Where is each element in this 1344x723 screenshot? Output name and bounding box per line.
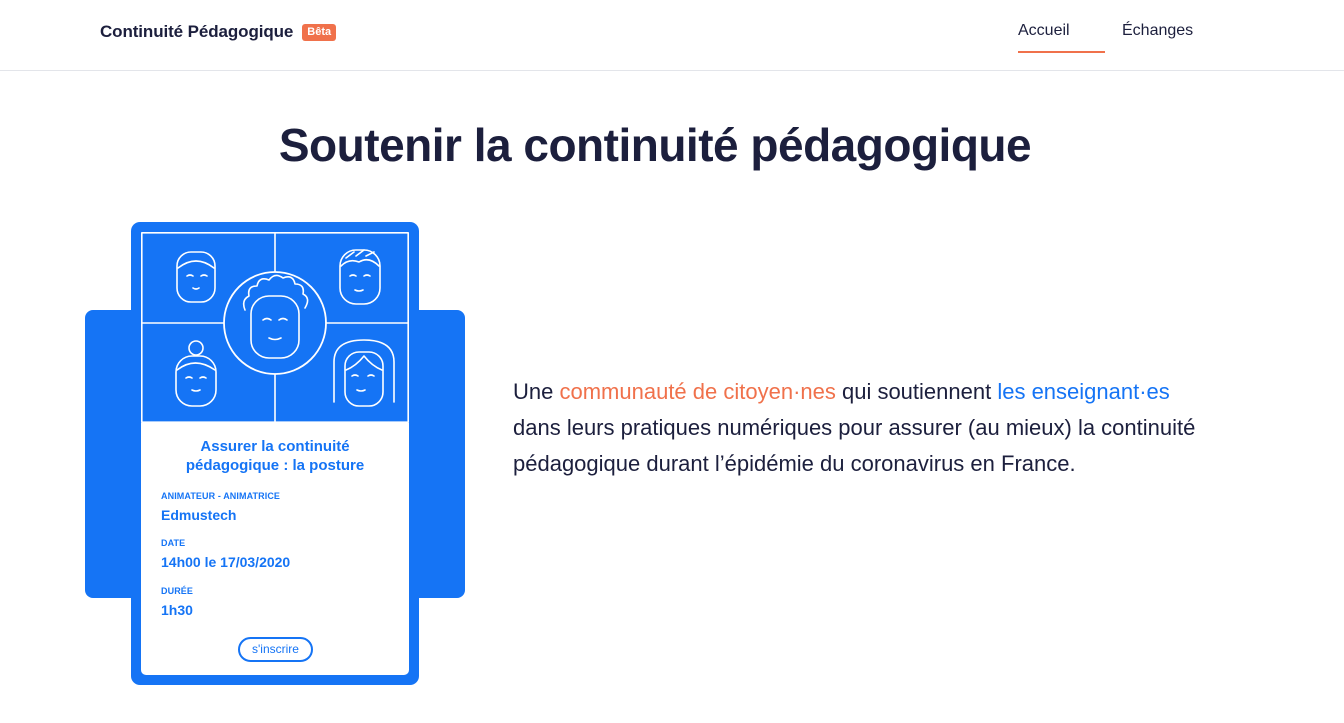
intro-highlight-teachers: les enseignant·es	[997, 379, 1170, 404]
intro-text-1: Une	[513, 379, 560, 404]
event-title-line1: Assurer la continuité	[200, 438, 350, 455]
host-label: ANIMATEUR - ANIMATRICE	[161, 491, 281, 501]
nav-item-accueil[interactable]: Accueil	[1018, 22, 1070, 40]
people-illustration	[141, 232, 409, 423]
brand[interactable]: Continuité Pédagogique Bêta	[100, 22, 337, 42]
person-face-icon	[175, 340, 217, 407]
host-value: Edmustech	[161, 507, 237, 523]
event-title: Assurer la continuité pédagogique : la p…	[141, 437, 409, 475]
person-face-icon	[176, 251, 216, 303]
event-title-line2: pédagogique : la posture	[185, 457, 365, 474]
signup-button[interactable]: s'inscrire	[238, 637, 313, 662]
page-title: Soutenir la continuité pédagogique	[278, 119, 1032, 171]
person-face-icon	[333, 339, 395, 407]
person-face-icon	[339, 249, 381, 305]
beta-badge: Bêta	[302, 23, 337, 41]
site-header: Continuité Pédagogique Bêta Accueil Écha…	[0, 0, 1344, 71]
nav-active-indicator	[1018, 51, 1105, 53]
duration-label: DURÉE	[161, 586, 194, 596]
duration-value: 1h30	[161, 602, 193, 618]
intro-text-3: dans leurs pratiques numériques pour ass…	[513, 415, 1196, 476]
date-label: DATE	[161, 538, 186, 548]
nav-item-echanges[interactable]: Échanges	[1122, 22, 1193, 40]
date-value: 14h00 le 17/03/2020	[161, 554, 291, 570]
intro-paragraph: Une communauté de citoyen·nes qui soutie…	[513, 374, 1213, 482]
intro-highlight-community: communauté de citoyen·nes	[559, 379, 836, 404]
brand-name[interactable]: Continuité Pédagogique	[100, 22, 293, 42]
event-card: Assurer la continuité pédagogique : la p…	[141, 423, 409, 675]
intro-text-2: qui soutiennent	[835, 379, 998, 404]
